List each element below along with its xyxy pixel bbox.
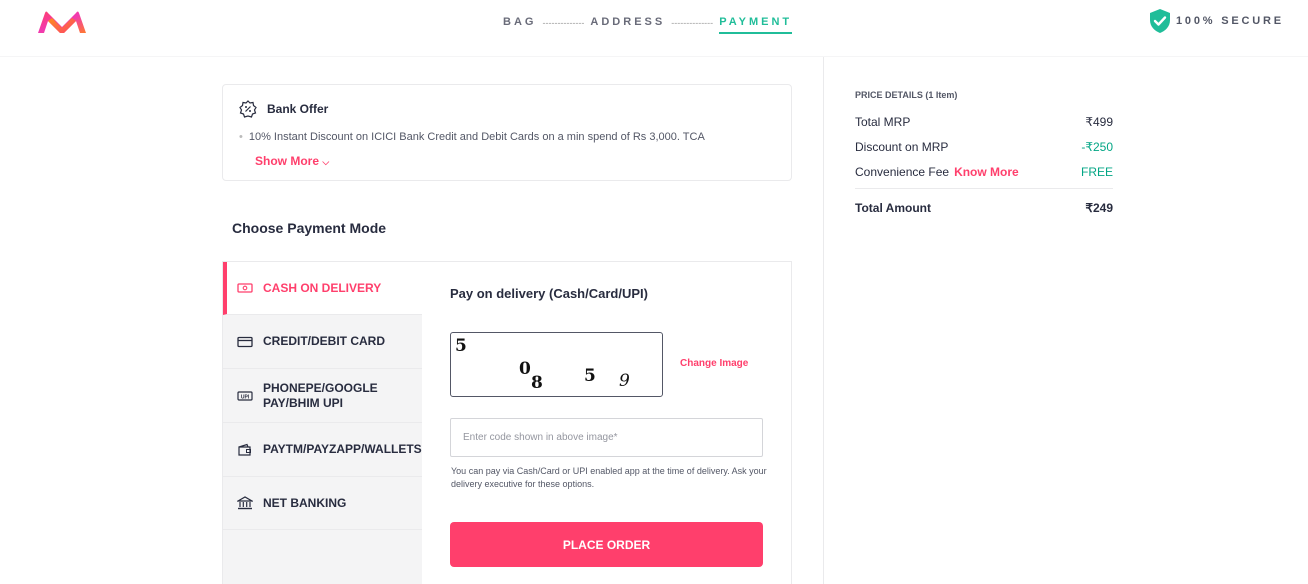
price-label: Convenience Fee: [855, 164, 950, 179]
vertical-divider: [823, 57, 824, 584]
myntra-logo[interactable]: [36, 9, 88, 35]
price-details: PRICE DETAILS (1 Item) Total MRP ₹499 Di…: [855, 90, 1113, 215]
price-value: ₹499: [1085, 114, 1113, 129]
bank-offer-card: Bank Offer • 10% Instant Discount on ICIC…: [222, 84, 792, 181]
step-bag: BAG: [503, 16, 537, 28]
captcha-char: 9: [619, 371, 630, 391]
cash-icon: [237, 283, 253, 293]
bank-icon: [237, 496, 253, 510]
header: BAG -------------- ADDRESS -------------…: [0, 0, 1308, 57]
total-amount-row: Total Amount ₹249: [855, 188, 1113, 215]
offer-text: • 10% Instant Discount on ICICI Bank Cred…: [239, 131, 705, 143]
step-separator: --------------: [671, 18, 714, 28]
tab-cash-on-delivery[interactable]: CASH ON DELIVERY: [223, 262, 422, 315]
captcha-char: 8: [531, 373, 543, 393]
step-separator: --------------: [542, 18, 585, 28]
wallet-icon: [238, 443, 251, 456]
tab-net-banking[interactable]: NET BANKING: [223, 477, 422, 530]
pod-title: Pay on delivery (Cash/Card/UPI): [450, 286, 648, 301]
step-payment: PAYMENT: [719, 16, 793, 34]
card-icon: [237, 336, 253, 347]
captcha-char: 5: [455, 336, 467, 356]
place-order-button[interactable]: PLACE ORDER: [450, 522, 763, 567]
captcha-char: 5: [584, 366, 596, 386]
tab-label: CREDIT/DEBIT CARD: [263, 334, 385, 348]
offer-title: Bank Offer: [267, 102, 329, 116]
show-more-link[interactable]: Show More ⌵: [255, 154, 329, 168]
price-row-convenience-fee: Convenience Fee Know More FREE: [855, 159, 1113, 184]
price-details-heading: PRICE DETAILS (1 Item): [855, 90, 958, 100]
tab-label: CASH ON DELIVERY: [263, 280, 382, 295]
chevron-down-icon: ⌵: [322, 157, 330, 167]
total-value: ₹249: [1085, 201, 1113, 215]
change-image-link[interactable]: Change Image: [680, 358, 748, 369]
captcha-char: 0: [519, 359, 531, 379]
payment-tabs: CASH ON DELIVERY CREDIT/DEBIT CARD UPI P…: [223, 262, 422, 584]
captcha-code-input[interactable]: [450, 418, 763, 457]
upi-icon: UPI: [237, 390, 253, 401]
price-row-total-mrp: Total MRP ₹499: [855, 109, 1113, 134]
offer-text-value: 10% Instant Discount on ICICI Bank Credi…: [248, 131, 705, 143]
price-value: FREE: [1080, 164, 1113, 179]
cod-note: You can pay via Cash/Card or UPI enabled…: [451, 466, 767, 489]
price-label: Total MRP: [855, 114, 911, 129]
price-label: Discount on MRP: [855, 139, 949, 154]
cod-content: Pay on delivery (Cash/Card/UPI) 5 0 8 5 …: [423, 262, 791, 584]
shield-check-icon: [1150, 9, 1170, 33]
payment-mode-panel: CASH ON DELIVERY CREDIT/DEBIT CARD UPI P…: [222, 261, 792, 584]
tab-credit-debit-card[interactable]: CREDIT/DEBIT CARD: [223, 315, 422, 369]
choose-payment-heading: Choose Payment Mode: [232, 220, 387, 236]
captcha-image: 5 0 8 5 9: [450, 332, 663, 397]
checkout-steps: BAG -------------- ADDRESS -------------…: [503, 16, 793, 34]
svg-text:UPI: UPI: [241, 394, 250, 400]
tab-upi[interactable]: UPI PHONEPE/GOOGLE PAY/BHIM UPI: [223, 369, 422, 423]
secure-badge: 100% SECURE: [1148, 8, 1284, 34]
tab-wallets[interactable]: PAYTM/PAYZAPP/WALLETS: [223, 423, 422, 477]
discount-badge-icon: [239, 100, 257, 118]
price-value: -₹250: [1081, 139, 1113, 154]
secure-label: 100% SECURE: [1176, 15, 1284, 27]
step-address: ADDRESS: [590, 16, 666, 28]
tab-label: PHONEPE/GOOGLE PAY/BHIM UPI: [263, 380, 378, 410]
price-row-discount: Discount on MRP -₹250: [855, 134, 1113, 159]
know-more-link[interactable]: Know More: [954, 165, 1019, 179]
tab-label: PAYTM/PAYZAPP/WALLETS: [263, 442, 422, 456]
tab-label: NET BANKING: [263, 495, 347, 510]
total-label: Total Amount: [855, 201, 931, 215]
